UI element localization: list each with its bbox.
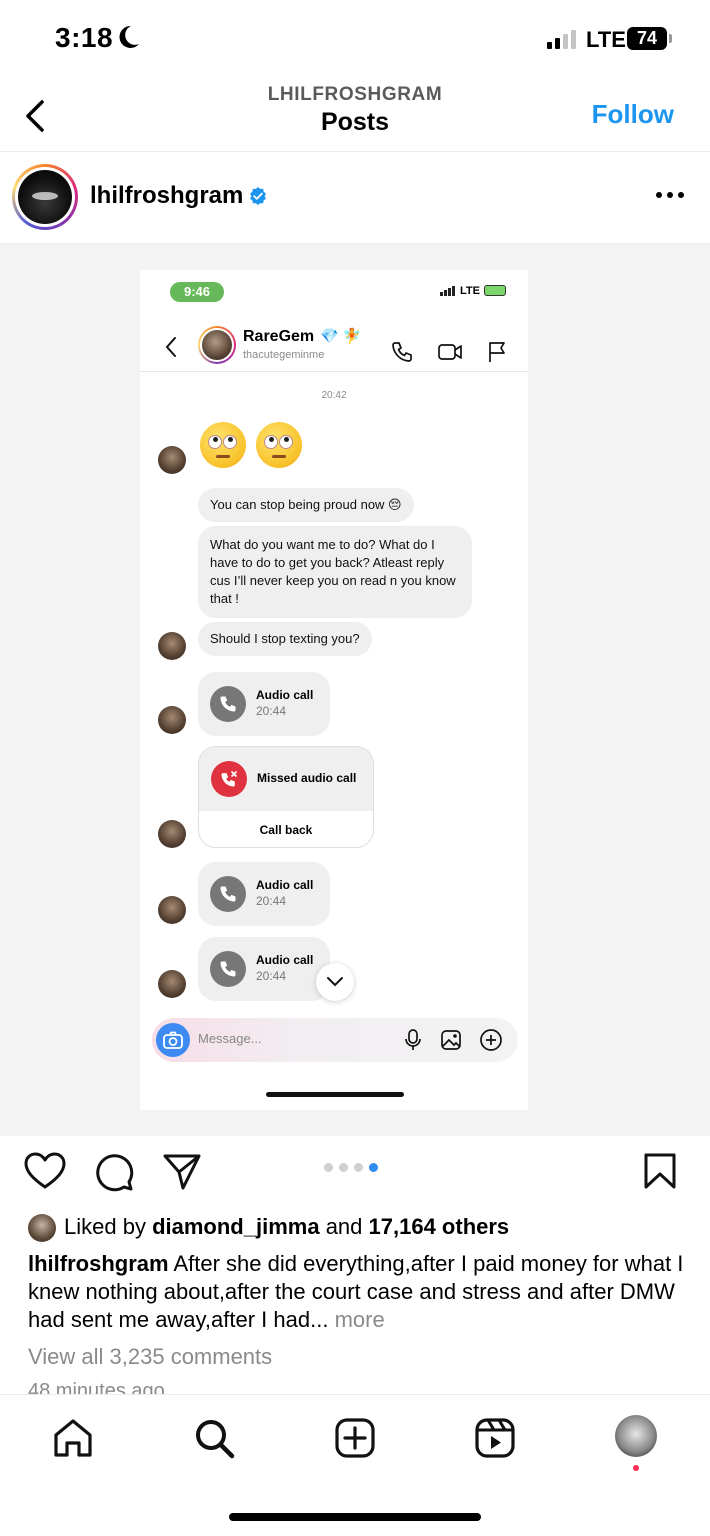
call-title: Audio call [256,688,314,702]
liked-others-count[interactable]: 17,164 others [369,1214,510,1239]
screenshot-clock: 9:46 [170,282,224,302]
message-bubble: You can stop being proud now 😔 [198,488,414,522]
post-time-ago: 48 minutes ago [28,1380,165,1394]
screenshot-signal-icon [440,286,455,296]
sender-avatar [158,632,186,660]
message-placeholder: Message... [198,1031,262,1046]
phone-icon [210,876,246,912]
post-caption: lhilfroshgram After she did everything,a… [28,1250,688,1334]
home-icon[interactable] [52,1417,94,1459]
audio-call-card: Audio call 20:44 [198,937,330,1001]
author-handle[interactable]: lhilfroshgram [90,182,243,210]
call-time: 20:44 [256,894,287,908]
flag-icon [489,342,505,362]
notification-dot [633,1465,639,1471]
video-icon [438,344,462,360]
liked-and: and [325,1214,363,1239]
microphone-icon [405,1029,421,1050]
follow-button[interactable]: Follow [592,99,674,130]
carousel-indicator [324,1163,378,1172]
eye-roll-emoji-icon [200,422,302,468]
screenshot-battery-icon [484,285,506,296]
gallery-icon [441,1030,461,1050]
dm-contact-name: RareGem [243,328,315,345]
screenshot-network: LTE [460,285,480,297]
heart-icon[interactable] [24,1152,66,1190]
message-bubble: Should I stop texting you? [198,622,372,656]
missed-call-icon [211,761,247,797]
liked-by-prefix: Liked by [64,1214,146,1239]
call-back-button: Call back [259,823,313,837]
verified-badge-icon [250,187,266,205]
call-time: 20:44 [256,704,287,718]
reels-icon[interactable] [474,1417,516,1459]
caption-author[interactable]: lhilfroshgram [28,1251,169,1276]
message-input-bar: Message... [152,1018,518,1062]
call-title: Audio call [256,878,314,892]
status-bar: 3:18 LTE 74 [0,0,710,80]
call-title: Audio call [256,953,314,967]
sender-avatar [158,970,186,998]
likes-line[interactable]: Liked by diamond_jimma and 17,164 others [28,1214,510,1242]
moon-icon [119,25,139,48]
sender-avatar [158,446,186,474]
dm-contact-avatar [198,326,236,364]
missed-call-label: Missed audio call [257,771,357,785]
call-time: 20:44 [256,969,287,983]
liked-by-user[interactable]: diamond_jimma [152,1214,319,1239]
bottom-tab-bar [0,1394,710,1536]
search-icon[interactable] [193,1417,235,1459]
add-circle-icon [480,1029,502,1051]
dm-header: RareGem 💎 🧚 thacutegeminme [140,310,528,372]
dm-timestamp: 20:42 [321,390,347,401]
battery-icon: 74 [627,27,667,50]
chevron-down-icon [316,963,354,1001]
message-bubble: What do you want me to do? What do I hav… [198,526,472,618]
phone-icon [210,686,246,722]
sender-avatar [158,820,186,848]
sender-avatar [158,706,186,734]
nav-bar: LHILFROSHGRAM Posts Follow [0,80,710,152]
share-icon[interactable] [162,1152,202,1192]
home-indicator [229,1513,481,1521]
liker-avatar [28,1214,56,1242]
clock: 3:18 [55,22,114,53]
more-link[interactable]: more [335,1307,385,1332]
network-label: LTE [586,27,626,52]
audio-call-card: Audio call 20:44 [198,862,330,926]
profile-tab-avatar[interactable] [615,1415,657,1457]
phone-icon [210,951,246,987]
post-header: lhilfroshgram [0,152,710,244]
post-actions [0,1136,710,1206]
dm-contact-emoji: 💎 🧚 [320,328,362,345]
post-media[interactable]: 9:46 LTE RareGem 💎 🧚 thacutegeminme 20:4… [0,244,710,1136]
more-options-icon[interactable] [656,192,684,198]
bookmark-icon[interactable] [643,1152,677,1190]
author-avatar[interactable] [12,164,78,230]
phone-icon [392,342,412,362]
view-comments-link[interactable]: View all 3,235 comments [28,1344,272,1370]
sender-avatar [158,896,186,924]
battery-tip [669,34,672,43]
signal-icon [547,30,576,49]
dm-screenshot-image: 9:46 LTE RareGem 💎 🧚 thacutegeminme 20:4… [140,270,528,1110]
missed-call-card: Missed audio call Call back [198,746,374,848]
dm-contact-handle: thacutegeminme [243,349,325,361]
dm-back-icon [165,337,176,357]
audio-call-card: Audio call 20:44 [198,672,330,736]
screenshot-home-indicator [266,1092,404,1097]
camera-icon [156,1023,190,1057]
comment-icon[interactable] [94,1152,134,1192]
create-post-icon[interactable] [334,1417,376,1459]
